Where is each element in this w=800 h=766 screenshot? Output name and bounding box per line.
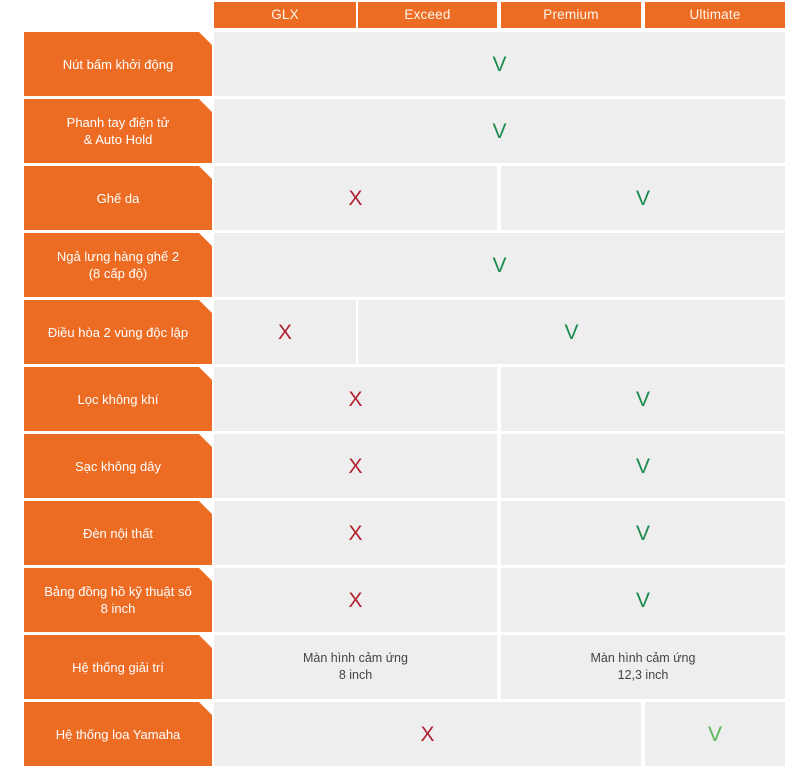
check-icon: V	[707, 722, 722, 746]
check-icon: V	[492, 119, 507, 143]
cross-icon: X	[348, 521, 363, 545]
data-cell: V	[214, 32, 785, 96]
cross-icon: X	[348, 186, 363, 210]
data-cell: X	[214, 702, 641, 766]
data-cell: V	[214, 233, 785, 297]
data-cell: X	[214, 568, 497, 632]
check-icon: V	[635, 387, 650, 411]
data-cell: X	[214, 434, 497, 498]
feature-label-row-10: Hệ thống giải trí	[24, 635, 212, 699]
feature-label-row-4: Ngả lưng hàng ghế 2 (8 cấp độ)	[24, 233, 212, 297]
data-cell: V	[501, 568, 785, 632]
cell-text: Màn hình cảm ứng 12,3 inch	[590, 651, 696, 682]
feature-label-text: Hệ thống giải trí	[72, 659, 164, 675]
feature-label-row-5: Điều hòa 2 vùng độc lập	[24, 300, 212, 364]
feature-label-row-11: Hệ thống loa Yamaha	[24, 702, 212, 766]
feature-label-text: Hệ thống loa Yamaha	[55, 726, 181, 742]
feature-label-text: Bảng đồng hồ kỹ thuật số 8 inch	[44, 584, 192, 616]
cross-icon: X	[348, 454, 363, 478]
feature-label-row-2: Phanh tay điện tử & Auto Hold	[24, 99, 212, 163]
data-cell: X	[214, 367, 497, 431]
data-cell: V	[645, 702, 785, 766]
check-icon: V	[492, 253, 507, 277]
data-cell: V	[358, 300, 785, 364]
check-icon: V	[635, 521, 650, 545]
cross-icon: X	[277, 320, 292, 344]
data-cell: V	[501, 501, 785, 565]
feature-comparison-table: GLX Exceed Premium Ultimate Nút bấm khởi độ…	[0, 0, 800, 766]
feature-label-text: Nút bấm khởi động	[62, 56, 174, 72]
data-cell: X	[214, 501, 497, 565]
check-icon: V	[635, 588, 650, 612]
feature-data-grid: V V X V V X V X V X V X V X V Màn hình cảm ứng 8 inch Mà…	[212, 0, 800, 766]
feature-label-text: Đèn nội thất	[82, 525, 154, 541]
feature-label-text: Điều hòa 2 vùng độc lập	[47, 324, 189, 340]
cell-text: Màn hình cảm ứng 8 inch	[303, 651, 408, 682]
data-cell: V	[214, 99, 785, 163]
check-icon: V	[492, 52, 507, 76]
check-icon: V	[635, 454, 650, 478]
feature-label-row-8: Đèn nội thất	[24, 501, 212, 565]
feature-label-text: Lọc không khí	[77, 391, 159, 407]
feature-label-row-7: Sạc không dây	[24, 434, 212, 498]
feature-label-row-3: Ghế da	[24, 166, 212, 230]
feature-label-column: Nút bấm khởi động Phanh tay điện tử & Aut…	[0, 0, 212, 766]
data-cell: V	[501, 434, 785, 498]
feature-label-row-9: Bảng đồng hồ kỹ thuật số 8 inch	[24, 568, 212, 632]
feature-label-text: Ghế da	[96, 190, 140, 206]
data-cell: V	[501, 367, 785, 431]
feature-label-row-6: Lọc không khí	[24, 367, 212, 431]
feature-label-row-1: Nút bấm khởi động	[24, 32, 212, 96]
check-icon: V	[635, 186, 650, 210]
data-cell: V	[501, 166, 785, 230]
check-icon: V	[564, 320, 579, 344]
cross-icon: X	[348, 387, 363, 411]
data-cell: Màn hình cảm ứng 8 inch	[214, 635, 497, 699]
feature-label-text: Phanh tay điện tử & Auto Hold	[66, 115, 170, 147]
feature-label-text: Sạc không dây	[74, 458, 161, 474]
data-cell: Màn hình cảm ứng 12,3 inch	[501, 635, 785, 699]
cross-icon: X	[420, 722, 435, 746]
data-cell: X	[214, 300, 356, 364]
feature-label-text: Ngả lưng hàng ghế 2 (8 cấp độ)	[56, 249, 180, 281]
cross-icon: X	[348, 588, 363, 612]
data-cell: X	[214, 166, 497, 230]
